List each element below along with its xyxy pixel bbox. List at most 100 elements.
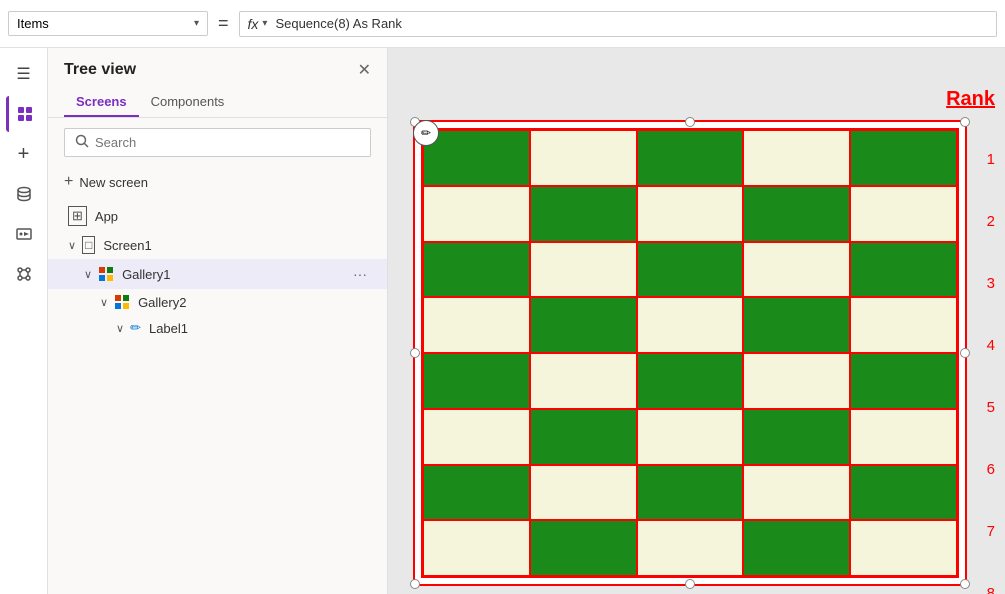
tab-components[interactable]: Components [139, 88, 237, 117]
tools-button[interactable] [6, 256, 42, 292]
checker-cell [530, 130, 637, 186]
checker-cell [530, 409, 637, 465]
checker-cell [530, 297, 637, 353]
fx-chevron-icon: ▾ [262, 18, 267, 29]
handle-br[interactable] [960, 579, 970, 589]
search-input[interactable] [95, 135, 360, 150]
fx-icon: fx [248, 16, 259, 32]
checker-cell [530, 353, 637, 409]
checker-cell [850, 186, 957, 242]
checker-cell [743, 465, 850, 521]
tree-item-app[interactable]: ⊞ App [48, 201, 387, 231]
checker-cell [637, 409, 744, 465]
search-box [64, 128, 371, 157]
tree-item-gallery1[interactable]: ∨ Gallery1 ··· [48, 259, 387, 289]
items-dropdown-text: Items [17, 16, 188, 31]
add-button[interactable]: + [6, 136, 42, 172]
chevron-down-icon: ▾ [194, 18, 199, 29]
handle-top[interactable] [685, 117, 695, 127]
checker-cell [423, 242, 530, 298]
main-layout: ☰ + [0, 48, 1005, 594]
screen1-chevron-icon: ∨ [68, 239, 76, 252]
row-numbers: 1 2 3 4 5 6 7 8 [987, 128, 995, 594]
items-dropdown[interactable]: Items ▾ [8, 11, 208, 36]
plus-icon: + [64, 173, 73, 191]
checker-cell [530, 465, 637, 521]
screen1-icon: □ [82, 236, 95, 254]
layers-button[interactable] [6, 96, 42, 132]
tree-item-screen1[interactable]: ∨ □ Screen1 [48, 231, 387, 259]
tree-items: ⊞ App ∨ □ Screen1 ∨ [48, 197, 387, 345]
checker-cell [637, 130, 744, 186]
checker-cell [743, 130, 850, 186]
canvas-area: Rank 1 2 3 4 5 6 7 8 ✏ [388, 48, 1005, 594]
equals-sign: = [214, 13, 233, 34]
new-screen-button[interactable]: + New screen [48, 167, 387, 197]
gallery1-label: Gallery1 [122, 267, 170, 282]
checker-cell [637, 465, 744, 521]
checker-cell [743, 353, 850, 409]
row-number-7: 7 [987, 500, 995, 562]
checker-cell [423, 520, 530, 576]
tree-item-gallery2[interactable]: ∨ Gallery2 [48, 289, 387, 315]
checker-cell [850, 297, 957, 353]
checker-cell [530, 520, 637, 576]
checker-cell [743, 242, 850, 298]
gallery2-icon [114, 294, 130, 310]
checker-cell [850, 465, 957, 521]
row-number-1: 1 [987, 128, 995, 190]
tree-title: Tree view [64, 61, 136, 79]
checker-cell [850, 242, 957, 298]
row-number-4: 4 [987, 314, 995, 376]
checker-cell [637, 242, 744, 298]
hamburger-button[interactable]: ☰ [6, 56, 42, 92]
checker-cell [637, 186, 744, 242]
checker-cell [423, 130, 530, 186]
checker-cell [530, 242, 637, 298]
handle-tr[interactable] [960, 117, 970, 127]
rank-label: Rank [946, 88, 995, 111]
app-icon: ⊞ [68, 206, 87, 226]
top-bar: Items ▾ = fx ▾ Sequence(8) As Rank [0, 0, 1005, 48]
media-button[interactable] [6, 216, 42, 252]
icon-bar: ☰ + [0, 48, 48, 594]
checkerboard-container: ✏ [413, 120, 967, 586]
formula-bar[interactable]: fx ▾ Sequence(8) As Rank [239, 11, 997, 37]
row-number-5: 5 [987, 376, 995, 438]
handle-bl[interactable] [410, 579, 420, 589]
formula-text: Sequence(8) As Rank [275, 16, 401, 31]
checker-cell [637, 353, 744, 409]
edit-badge[interactable]: ✏ [413, 120, 439, 146]
label1-icon: ✏ [130, 320, 141, 336]
checker-cell [637, 520, 744, 576]
screen1-label: Screen1 [103, 238, 151, 253]
checkerboard-inner-border [421, 128, 959, 578]
gallery1-chevron-icon: ∨ [84, 268, 92, 281]
checker-cell [423, 297, 530, 353]
checker-cell [850, 130, 957, 186]
handle-left[interactable] [410, 348, 420, 358]
handle-right[interactable] [960, 348, 970, 358]
app-label: App [95, 209, 118, 224]
close-button[interactable]: ✕ [358, 60, 371, 80]
gallery1-more-button[interactable]: ··· [349, 264, 371, 284]
checker-cell [850, 409, 957, 465]
checker-cell [637, 297, 744, 353]
row-number-6: 6 [987, 438, 995, 500]
gallery2-chevron-icon: ∨ [100, 296, 108, 309]
tree-panel: Tree view ✕ Screens Components + New scr… [48, 48, 388, 594]
row-number-2: 2 [987, 190, 995, 252]
label1-chevron-icon: ∨ [116, 322, 124, 335]
checker-cell [743, 409, 850, 465]
checker-cell [850, 520, 957, 576]
checker-cell [743, 297, 850, 353]
checker-cell [423, 353, 530, 409]
tree-item-label1[interactable]: ∨ ✏ Label1 [48, 315, 387, 341]
tab-screens[interactable]: Screens [64, 88, 139, 117]
search-icon [75, 134, 89, 151]
database-button[interactable] [6, 176, 42, 212]
checker-cell [423, 465, 530, 521]
gallery2-label: Gallery2 [138, 295, 186, 310]
checker-cell [743, 186, 850, 242]
handle-bottom[interactable] [685, 579, 695, 589]
